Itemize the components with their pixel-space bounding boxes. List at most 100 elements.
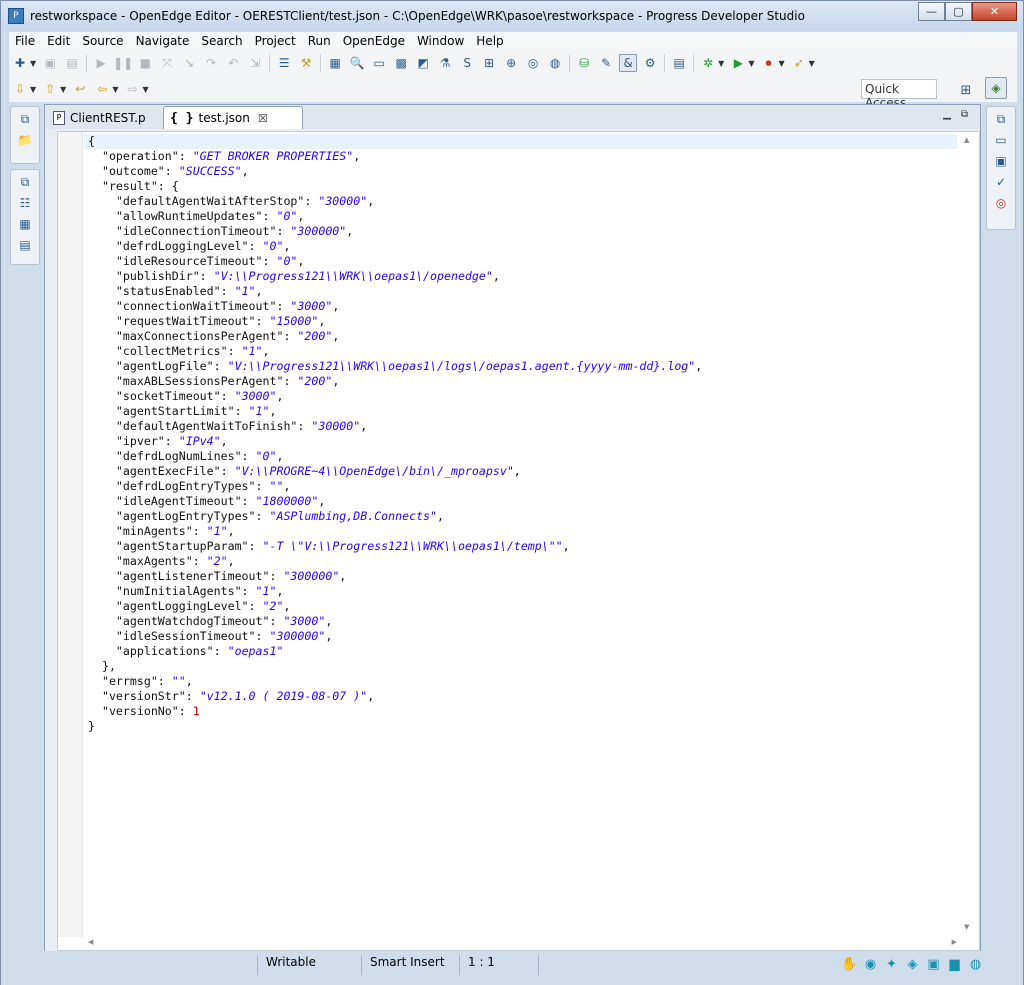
code-line[interactable]: 20 "defaultAgentWaitToFinish": "30000",: [84, 419, 957, 434]
step-into-icon[interactable]: ↘: [180, 54, 198, 72]
code-line[interactable]: 22 "defrdLogNumLines": "0",: [84, 449, 957, 464]
code-line[interactable]: 40}: [84, 719, 957, 734]
debug-icon[interactable]: ✲: [699, 54, 717, 72]
console-icon[interactable]: ▭: [992, 131, 1010, 149]
code-line[interactable]: 32 "agentLoggingLevel": "2",: [84, 599, 957, 614]
scroll-right-icon[interactable]: ▶: [952, 938, 957, 946]
code-line[interactable]: 41: [84, 734, 957, 749]
code-line[interactable]: 1−{: [84, 134, 957, 149]
close-button[interactable]: ✕: [972, 2, 1017, 21]
code-line[interactable]: 12 "connectionWaitTimeout": "3000",: [84, 299, 957, 314]
external-tools-icon[interactable]: ⏺: [759, 54, 777, 72]
resume-icon[interactable]: ▶: [92, 54, 110, 72]
quick-access-field[interactable]: Quick Access: [861, 79, 937, 110]
code-line[interactable]: 37 "errmsg": "",: [84, 674, 957, 689]
tab-clientrest[interactable]: P ClientREST.p: [47, 106, 162, 129]
last-edit-icon[interactable]: ↩: [71, 80, 89, 98]
code-line[interactable]: 33 "agentWatchdogTimeout": "3000",: [84, 614, 957, 629]
layout-icon[interactable]: ▩: [392, 54, 410, 72]
restore-icon[interactable]: ⧉: [16, 173, 34, 191]
next-annotation-icon[interactable]: ⇩: [11, 80, 29, 98]
code-line[interactable]: 26 "agentLogEntryTypes": "ASPlumbing,DB.…: [84, 509, 957, 524]
outline-icon[interactable]: ☷: [16, 194, 34, 212]
problems-icon[interactable]: ▣: [992, 152, 1010, 170]
minimize-pane-icon[interactable]: ▁: [943, 109, 951, 120]
eye-icon[interactable]: ◉: [860, 955, 881, 973]
code-line[interactable]: 29 "maxAgents": "2",: [84, 554, 957, 569]
code-line[interactable]: 34 "idleSessionTimeout": "300000",: [84, 629, 957, 644]
horizontal-scrollbar[interactable]: ◀ ▶: [58, 937, 979, 950]
external-tools-dropdown-icon[interactable]: ▼: [778, 59, 784, 68]
run-icon[interactable]: ▶: [729, 54, 747, 72]
debug-dropdown-icon[interactable]: ▼: [718, 59, 724, 68]
toggle-ampersand-icon[interactable]: &: [619, 54, 638, 72]
bubbles-icon[interactable]: ◍: [546, 54, 564, 72]
code-line[interactable]: 6 "allowRuntimeUpdates": "0",: [84, 209, 957, 224]
error-log-icon[interactable]: ◎: [992, 194, 1010, 212]
code-line[interactable]: 27 "minAgents": "1",: [84, 524, 957, 539]
back-dropdown-icon[interactable]: ▼: [112, 85, 118, 94]
code-line[interactable]: 19 "agentStartLimit": "1",: [84, 404, 957, 419]
star-icon[interactable]: ✦: [881, 955, 902, 973]
maximize-button[interactable]: ▢: [945, 2, 972, 21]
menu-source[interactable]: Source: [76, 34, 129, 48]
code-line[interactable]: 38 "versionStr": "v12.1.0 ( 2019-08-07 )…: [84, 689, 957, 704]
restore-icon[interactable]: ⧉: [992, 110, 1010, 128]
save-all-icon[interactable]: ▤: [63, 54, 81, 72]
project-explorer-icon[interactable]: 📁: [16, 131, 34, 149]
restore-icon[interactable]: ⧉: [16, 110, 34, 128]
tasks-icon[interactable]: ✓: [992, 173, 1010, 191]
code-line[interactable]: 28 "agentStartupParam": "-T \"V:\\Progre…: [84, 539, 957, 554]
new-icon[interactable]: ✚: [11, 54, 29, 72]
code-line[interactable]: 24 "defrdLogEntryTypes": "",: [84, 479, 957, 494]
save-icon[interactable]: ▣: [41, 54, 59, 72]
menu-run[interactable]: Run: [302, 34, 337, 48]
code-line[interactable]: 25 "idleAgentTimeout": "1800000",: [84, 494, 957, 509]
layers-icon[interactable]: ◈: [902, 955, 923, 973]
deploy-icon[interactable]: ➶: [790, 54, 808, 72]
code-line[interactable]: 18 "socketTimeout": "3000",: [84, 389, 957, 404]
report-icon[interactable]: ◩: [414, 54, 432, 72]
previous-annotation-icon[interactable]: ⇧: [41, 80, 59, 98]
openedge-perspective-icon[interactable]: ◈: [985, 77, 1007, 99]
scroll-left-icon[interactable]: ◀: [88, 938, 93, 946]
forward-icon[interactable]: ⇨: [123, 80, 141, 98]
menu-window[interactable]: Window: [411, 34, 470, 48]
code-line[interactable]: 31 "numInitialAgents": "1",: [84, 584, 957, 599]
back-icon[interactable]: ⇦: [93, 80, 111, 98]
folder-icon[interactable]: ▆: [944, 955, 965, 973]
code-text[interactable]: 1−{2 "operation": "GET BROKER PROPERTIES…: [84, 134, 957, 937]
code-line[interactable]: 30 "agentListenerTimeout": "300000",: [84, 569, 957, 584]
run-dropdown-icon[interactable]: ▼: [748, 59, 754, 68]
appserver-icon[interactable]: ⚙: [641, 54, 659, 72]
code-line[interactable]: 3 "outcome": "SUCCESS",: [84, 164, 957, 179]
hierarchy-icon[interactable]: ▦: [16, 215, 34, 233]
code-line[interactable]: 2 "operation": "GET BROKER PROPERTIES",: [84, 149, 957, 164]
code-line[interactable]: 14 "maxConnectionsPerAgent": "200",: [84, 329, 957, 344]
globe-icon[interactable]: ◎: [524, 54, 542, 72]
code-line[interactable]: 11 "statusEnabled": "1",: [84, 284, 957, 299]
scroll-up-icon[interactable]: ▲: [964, 136, 969, 144]
pen-icon[interactable]: ✎: [597, 54, 615, 72]
data-dictionary-icon[interactable]: ⚗: [436, 54, 454, 72]
menu-project[interactable]: Project: [249, 34, 302, 48]
database-icon[interactable]: ⛁: [575, 54, 593, 72]
document-search-icon[interactable]: ▤: [670, 54, 688, 72]
code-line[interactable]: 39 "versionNo": 1: [84, 704, 957, 719]
code-line[interactable]: 23 "agentExecFile": "V:\\PROGRE~4\\OpenE…: [84, 464, 957, 479]
magnifier-icon[interactable]: 🔍: [348, 54, 366, 72]
sql-icon[interactable]: S: [458, 54, 476, 72]
open-perspective-icon[interactable]: ⊞: [955, 79, 977, 101]
code-line[interactable]: 4− "result": {: [84, 179, 957, 194]
drop-to-frame-icon[interactable]: ⇲: [246, 54, 264, 72]
menu-search[interactable]: Search: [195, 34, 248, 48]
forward-dropdown-icon[interactable]: ▼: [142, 85, 148, 94]
code-line[interactable]: 13 "requestWaitTimeout": "15000",: [84, 314, 957, 329]
previous-annotation-dropdown-icon[interactable]: ▼: [60, 85, 66, 94]
code-editor[interactable]: 1−{2 "operation": "GET BROKER PROPERTIES…: [57, 131, 980, 951]
menu-file[interactable]: File: [9, 34, 41, 48]
deploy-dropdown-icon[interactable]: ▼: [809, 59, 815, 68]
code-line[interactable]: 9 "idleResourceTimeout": "0",: [84, 254, 957, 269]
step-return-icon[interactable]: ↶: [224, 54, 242, 72]
code-line[interactable]: 7 "idleConnectionTimeout": "300000",: [84, 224, 957, 239]
